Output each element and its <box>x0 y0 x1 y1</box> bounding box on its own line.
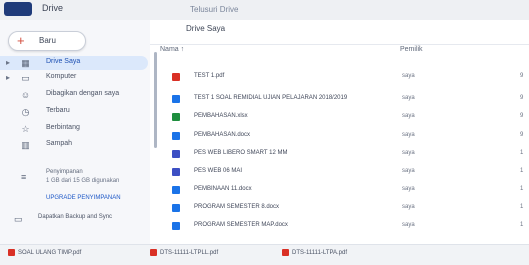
sidebar-item-label: Drive Saya <box>46 58 81 65</box>
download-name: DTS-11111-LTPA.pdf <box>292 250 348 257</box>
file-row[interactable]: PEMBINAAN 11.docx saya 1 <box>160 183 529 197</box>
download-name: SOAL ULANG TIMP.pdf <box>18 250 82 257</box>
file-modified: 9 <box>520 132 524 138</box>
file-modified: 1 <box>520 168 524 174</box>
storage-title: Penyimpanan <box>46 169 83 175</box>
file-name: TEST 1.pdf <box>194 73 225 79</box>
storage-usage-text: 1 GB dari 15 GB digunakan <box>46 178 120 184</box>
file-name: PROGRAM SEMESTER MAP.docx <box>194 222 288 228</box>
file-list-area: Drive Saya Nama ↑ Pemilik TEST 1.pdf say… <box>150 20 529 244</box>
app-title: Drive <box>42 3 64 13</box>
new-button[interactable]: + Baru <box>8 31 86 51</box>
file-name: TEST 1 SOAL REMIDIAL UJIAN PELAJARAN 201… <box>194 95 348 101</box>
document-icon <box>172 95 180 103</box>
file-row[interactable]: PROGRAM SEMESTER MAP.docx saya 1 <box>160 219 529 233</box>
storage-icon: ≡ <box>21 172 27 182</box>
sidebar-item-trash[interactable]: ▥ Sampah <box>0 138 148 152</box>
top-bar: Drive Telusuri Drive <box>0 0 529 21</box>
download-item[interactable]: SOAL ULANG TIMP.pdf <box>8 249 81 261</box>
video-icon <box>172 168 180 176</box>
expand-arrow-icon[interactable]: ▸ <box>6 73 10 82</box>
header-divider <box>150 44 529 45</box>
file-owner: saya <box>402 73 415 79</box>
file-owner: saya <box>402 132 415 138</box>
drive-logo[interactable] <box>4 2 32 16</box>
column-header-name[interactable]: Nama ↑ <box>160 46 184 53</box>
file-row[interactable]: PES WEB LIBERO SMART 12 MM saya 1 <box>160 147 529 161</box>
search-input[interactable]: Telusuri Drive <box>190 5 238 14</box>
backup-label: Dapatkan Backup and Sync <box>38 214 113 220</box>
star-icon: ☆ <box>21 124 30 134</box>
file-owner: saya <box>402 186 415 192</box>
sidebar-item-label: Sampah <box>46 140 73 147</box>
document-icon <box>172 222 180 230</box>
file-row[interactable]: PROGRAM SEMESTER 8.docx saya 1 <box>160 201 529 215</box>
sidebar-item-label: Dibagikan dengan saya <box>46 90 120 97</box>
trash-icon: ▥ <box>21 140 30 150</box>
video-icon <box>172 150 180 158</box>
people-icon: ☺ <box>20 90 31 100</box>
sidebar-item-label: Komputer <box>46 73 77 80</box>
pdf-icon <box>282 249 289 256</box>
file-modified: 1 <box>520 186 524 192</box>
document-icon <box>172 132 180 140</box>
file-owner: saya <box>402 204 415 210</box>
file-row[interactable]: PES WEB 06 MAI saya 1 <box>160 165 529 179</box>
file-modified: 1 <box>520 204 524 210</box>
file-name: PEMBAHASAN.xlsx <box>194 113 248 119</box>
spreadsheet-icon <box>172 113 180 121</box>
backup-and-sync-link[interactable]: ▭ Dapatkan Backup and Sync <box>14 213 148 227</box>
document-icon <box>172 204 180 212</box>
column-header-owner[interactable]: Pemilik <box>400 46 423 53</box>
file-name: PES WEB LIBERO SMART 12 MM <box>194 150 288 156</box>
document-icon <box>172 186 180 194</box>
file-modified: 1 <box>520 150 524 156</box>
file-row[interactable]: PEMBAHASAN.xlsx saya 9 <box>160 110 529 124</box>
sidebar: + Baru ▸ ▦ Drive Saya ▸ ▭ Komputer ☺ Dib… <box>0 20 151 244</box>
sidebar-item-recent[interactable]: ◷ Terbaru <box>0 105 148 119</box>
pdf-icon <box>172 73 180 81</box>
file-modified: 9 <box>520 73 524 79</box>
sidebar-item-label: Berbintang <box>46 124 80 131</box>
file-row[interactable]: PEMBAHASAN.docx saya 9 <box>160 129 529 143</box>
expand-arrow-icon[interactable]: ▸ <box>6 58 10 67</box>
scrollbar[interactable] <box>154 52 157 148</box>
file-owner: saya <box>402 150 415 156</box>
clock-icon: ◷ <box>21 107 30 117</box>
upgrade-storage-link[interactable]: UPGRADE PENYIMPANAN <box>46 195 121 201</box>
file-owner: saya <box>402 95 415 101</box>
file-name: PEMBAHASAN.docx <box>194 132 251 138</box>
file-owner: saya <box>402 222 415 228</box>
pdf-icon <box>8 249 15 256</box>
plus-icon: + <box>17 33 25 48</box>
drive-icon: ▦ <box>21 58 30 68</box>
sidebar-item-starred[interactable]: ☆ Berbintang <box>0 122 148 136</box>
download-item[interactable]: DTS-11111-LTPLL.pdf <box>150 249 218 261</box>
file-modified: 1 <box>520 222 524 228</box>
computer-icon: ▭ <box>21 73 30 83</box>
file-row[interactable]: TEST 1.pdf saya 9 <box>160 70 529 84</box>
sidebar-item-shared[interactable]: ☺ Dibagikan dengan saya <box>0 88 148 102</box>
monitor-icon: ▭ <box>14 214 23 224</box>
file-owner: saya <box>402 168 415 174</box>
file-name: PES WEB 06 MAI <box>194 168 243 174</box>
file-modified: 9 <box>520 95 524 101</box>
sidebar-item-computers[interactable]: ▸ ▭ Komputer <box>0 71 148 85</box>
sidebar-item-my-drive[interactable]: ▸ ▦ Drive Saya <box>0 56 148 70</box>
downloads-bar: SOAL ULANG TIMP.pdf DTS-11111-LTPLL.pdf … <box>0 244 529 265</box>
file-owner: saya <box>402 113 415 119</box>
file-row[interactable]: TEST 1 SOAL REMIDIAL UJIAN PELAJARAN 201… <box>160 92 529 106</box>
download-item[interactable]: DTS-11111-LTPA.pdf <box>282 249 347 261</box>
file-name: PEMBINAAN 11.docx <box>194 186 252 192</box>
file-modified: 9 <box>520 113 524 119</box>
breadcrumb[interactable]: Drive Saya <box>186 24 225 33</box>
sidebar-item-label: Terbaru <box>46 107 70 114</box>
new-button-label: Baru <box>39 36 56 45</box>
file-name: PROGRAM SEMESTER 8.docx <box>194 204 280 210</box>
download-name: DTS-11111-LTPLL.pdf <box>160 250 219 257</box>
pdf-icon <box>150 249 157 256</box>
